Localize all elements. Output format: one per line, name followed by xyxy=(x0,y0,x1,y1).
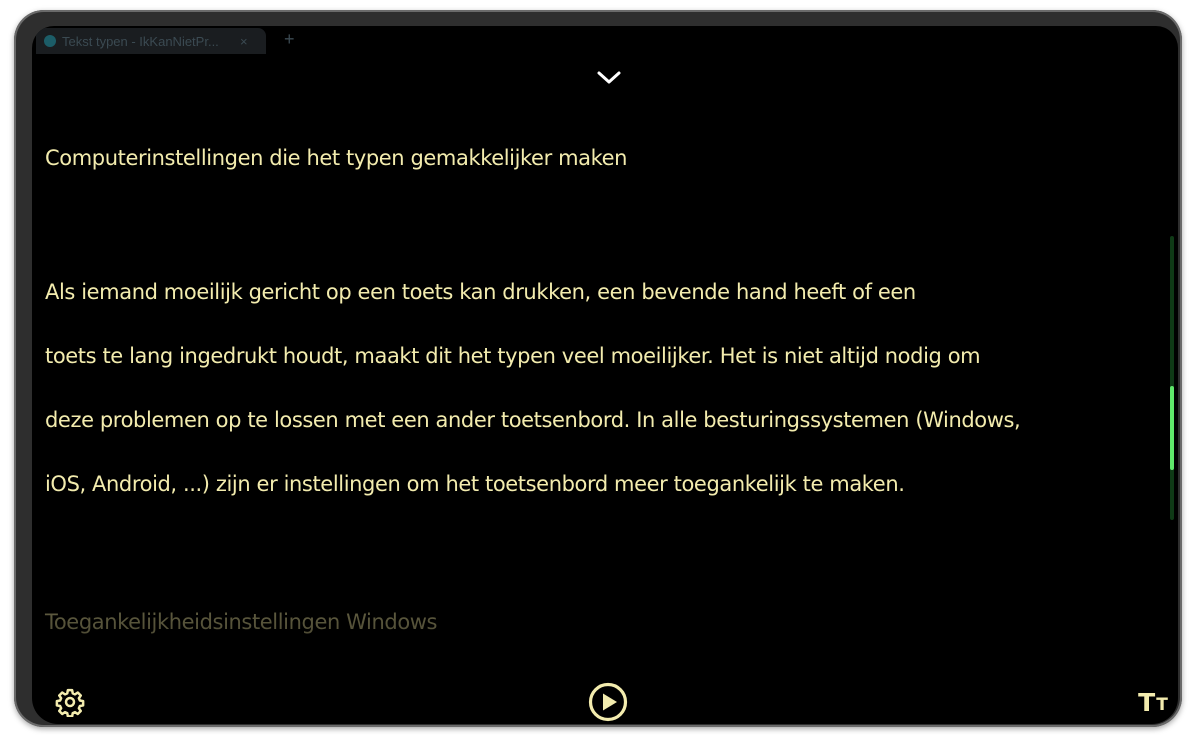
new-tab-icon[interactable]: + xyxy=(284,29,295,50)
settings-button[interactable] xyxy=(52,684,88,720)
tab-title: Tekst typen - IkKanNietPr... xyxy=(62,33,219,49)
reader-screen: Tekst typen - IkKanNietPr... × + Compute… xyxy=(32,26,1178,724)
paragraph-line: deze problemen op te lossen met een ande… xyxy=(45,408,1021,432)
chevron-down-icon xyxy=(597,71,621,84)
paragraph-line: Als iemand moeilijk gericht op een toets… xyxy=(45,280,916,304)
gear-icon xyxy=(55,688,85,717)
play-icon xyxy=(588,682,628,722)
favicon-icon xyxy=(44,35,56,47)
collapse-button[interactable] xyxy=(594,66,624,90)
scrollbar-thumb[interactable] xyxy=(1170,386,1174,470)
tab-close-icon[interactable]: × xyxy=(240,34,248,49)
device-frame: Tekst typen - IkKanNietPr... × + Compute… xyxy=(14,10,1182,727)
paragraph-line: iOS, Android, ...) zijn er instellingen … xyxy=(45,472,905,496)
play-button[interactable] xyxy=(586,680,630,724)
paragraph-line: toets te lang ingedrukt houdt, maakt dit… xyxy=(45,344,981,368)
text-size-icon-small: T xyxy=(1156,695,1168,715)
text-size-icon-large: T xyxy=(1138,687,1156,717)
text-size-button[interactable]: TT xyxy=(1130,684,1176,720)
section-heading: Computerinstellingen die het typen gemak… xyxy=(45,146,628,170)
browser-tab[interactable]: Tekst typen - IkKanNietPr... × xyxy=(36,28,266,54)
scrollbar-track[interactable] xyxy=(1170,236,1174,520)
next-section-heading: Toegankelijkheidsinstellingen Windows xyxy=(45,610,438,634)
